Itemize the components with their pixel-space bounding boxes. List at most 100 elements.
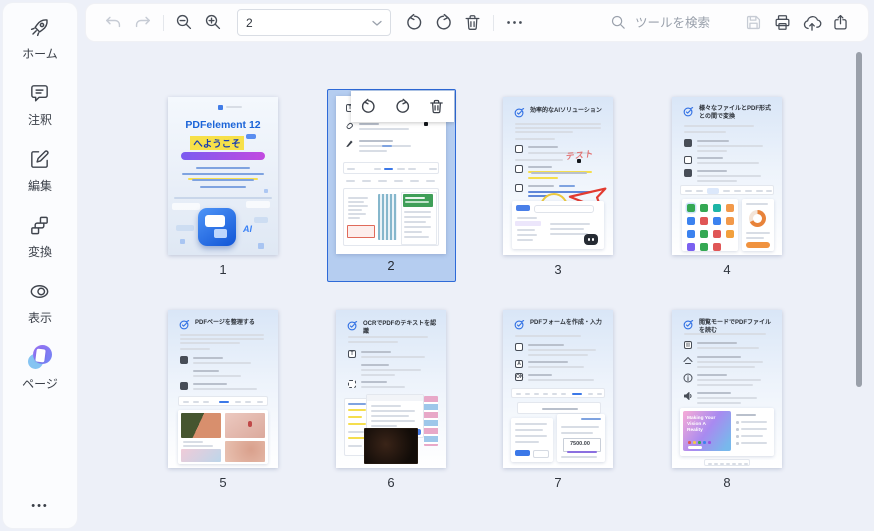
zoom-out-button[interactable] [170, 8, 199, 37]
rotate-left-button[interactable] [400, 8, 429, 37]
search-tool-icon [515, 184, 523, 192]
rocket-icon [28, 15, 52, 39]
check-circle-icon [683, 107, 694, 117]
page-thumbnail-1[interactable]: PDFelement 12 へようこそ AI [168, 97, 278, 255]
page-cell-5: PDFページを整理する 5 [168, 310, 278, 490]
check-circle-icon [683, 320, 694, 330]
page6-title: OCRでPDFのテキストを認識 [363, 321, 437, 335]
excel-data-icon: A [515, 360, 523, 368]
pager-strip-preview [704, 459, 750, 466]
cloud-upload-button[interactable] [797, 8, 826, 37]
chevron-down-icon [372, 19, 382, 27]
share-button[interactable] [826, 8, 855, 37]
check-circle-icon [514, 320, 525, 330]
rotate-right-button[interactable] [390, 95, 414, 119]
info-icon [683, 373, 693, 383]
page-thumbnail-6[interactable]: OCRでPDFのテキストを認識 T [336, 310, 446, 468]
page-number-1: 1 [219, 262, 227, 277]
page-cell-3: 効率的なAIソリューション テスト 3 [503, 97, 613, 277]
sidebar-more-button[interactable]: ••• [31, 500, 49, 512]
page-cell-6: OCRでPDFのテキストを認識 T 6 [336, 310, 446, 490]
convert-icon [28, 213, 52, 237]
poster-text: Making Your Vision A Reality [687, 416, 716, 434]
handwriting-annotation: テスト [564, 148, 594, 162]
print-button[interactable] [768, 8, 797, 37]
invoice-preview: 7500.00 [557, 414, 605, 462]
page-cell-7: PDFフォームを作成・入力 A OK 7500.00 7 [503, 310, 613, 490]
convert-file-icon [684, 139, 692, 147]
page-number-6: 6 [387, 475, 395, 490]
sidebar-item-edit[interactable]: 編集 [28, 147, 52, 194]
dark-photo-preview [364, 428, 418, 464]
page-cell-8: 閲覧モードでPDFファイルを読む ▥ Making Your Vision A … [672, 310, 782, 490]
convert-progress-preview [742, 199, 774, 251]
sidebar-item-label: 表示 [27, 311, 52, 325]
redo-button[interactable] [128, 8, 157, 37]
page-thumbnail-4[interactable]: 様々なファイルとPDF形式との間で変換 [672, 97, 782, 255]
note-annotation-marker [424, 122, 428, 126]
page-thumbnail-8[interactable]: 閲覧モードでPDFファイルを読む ▥ Making Your Vision A … [672, 310, 782, 468]
speaker-icon [684, 392, 692, 400]
sidebar-item-label: 編集 [27, 179, 52, 193]
page-thumbnail-3[interactable]: 効率的なAIソリューション テスト [503, 97, 613, 255]
search-icon [610, 14, 627, 31]
zoom-in-button[interactable] [199, 8, 228, 37]
check-circle-icon [347, 321, 358, 331]
form-data-icon [515, 343, 523, 351]
mini-toolbar-preview [178, 396, 268, 406]
poster-preview: Making Your Vision A Reality [683, 411, 731, 451]
rotate-right-button[interactable] [429, 8, 458, 37]
toolbar-divider [493, 14, 494, 31]
page-hover-toolbar [351, 91, 454, 122]
sidebar-item-view[interactable]: 表示 [28, 279, 52, 326]
sidebar-item-annotate[interactable]: 注釈 [28, 81, 52, 128]
page-number-5: 5 [219, 475, 227, 490]
rotate-left-button[interactable] [356, 95, 380, 119]
sidebar-item-convert[interactable]: 変換 [28, 213, 52, 260]
mini-toolbar-preview [511, 388, 605, 398]
more-options-button[interactable] [500, 8, 529, 37]
text-recognition-icon: T [348, 350, 356, 358]
ai-label: AI [243, 224, 252, 234]
vertical-scrollbar[interactable] [856, 52, 862, 387]
reading-mode-preview: Making Your Vision A Reality [680, 408, 774, 456]
pdfelement-app-icon [198, 208, 236, 246]
page-number-select[interactable]: 2 [237, 9, 391, 36]
sidebar-item-page[interactable]: ページ [22, 345, 58, 392]
area-recognition-icon [348, 380, 356, 388]
sidebar-item-label: 変換 [27, 245, 52, 259]
sidebar: ホーム 注釈 編集 変換 表示 ページ ••• [3, 3, 77, 528]
edit-icon [28, 147, 52, 171]
page4-title: 様々なファイルとPDF形式との間で変換 [699, 106, 772, 120]
form-header-preview [517, 402, 601, 414]
mini-toolbar-preview [680, 185, 774, 195]
progress-donut [749, 210, 766, 227]
summary-tool-icon [515, 165, 523, 173]
sidebar-item-label: ホーム [22, 47, 58, 61]
ai-tool-icon [515, 145, 523, 153]
page-number-select-value: 2 [246, 15, 253, 30]
welcome-title: PDFelement 12 [185, 119, 261, 131]
page7-title: PDFフォームを作成・入力 [530, 320, 602, 326]
page-gradient-icon [27, 345, 52, 369]
sidebar-item-label: ページ [22, 377, 58, 391]
form-panel-preview [511, 418, 553, 462]
page-number-3: 3 [554, 262, 562, 277]
selected-page-container[interactable]: T 2 [327, 89, 456, 282]
delete-page-button[interactable] [425, 95, 449, 119]
pen-icon [346, 140, 353, 147]
page3-title: 効率的なAIソリューション [530, 108, 602, 114]
page-thumbnail-5[interactable]: PDFページを整理する [168, 310, 278, 468]
page-thumbnail-7[interactable]: PDFフォームを作成・入力 A OK 7500.00 [503, 310, 613, 468]
check-circle-icon [179, 320, 190, 330]
tool-search-input[interactable] [633, 14, 731, 31]
undo-button[interactable] [99, 8, 128, 37]
delete-page-button[interactable] [458, 8, 487, 37]
page-number-7: 7 [554, 475, 562, 490]
quality-icon [684, 169, 692, 177]
save-button[interactable] [739, 8, 768, 37]
dark-mode-icon [683, 357, 693, 364]
form-amount-value: 7500.00 [570, 441, 590, 447]
sidebar-item-home[interactable]: ホーム [22, 15, 58, 62]
welcome-banner [181, 152, 265, 160]
